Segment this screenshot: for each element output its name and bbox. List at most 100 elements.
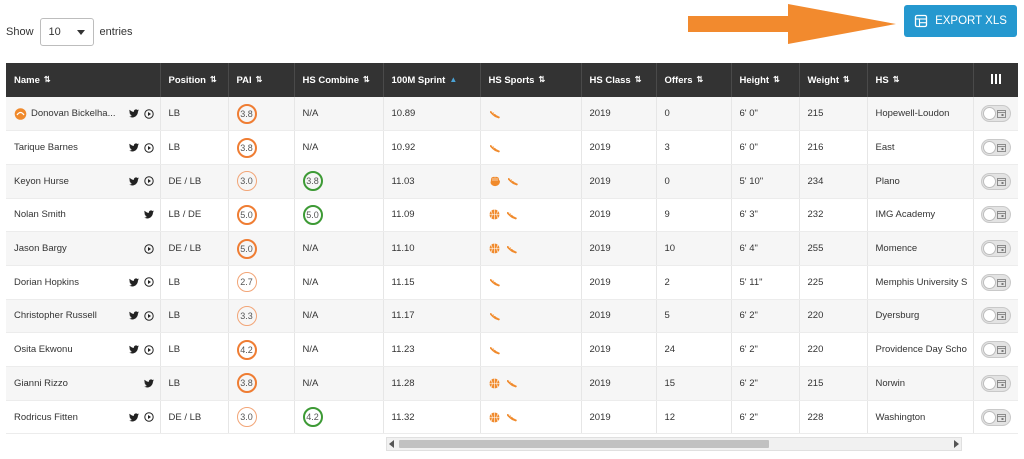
- select-toggle[interactable]: [980, 139, 1011, 157]
- combine-value: N/A: [302, 108, 319, 120]
- select-toggle[interactable]: [980, 341, 1011, 359]
- column-header-100m-sprint[interactable]: 100M Sprint ▲: [383, 63, 481, 97]
- offers-cell: 0: [656, 97, 732, 132]
- twitter-icon[interactable]: [128, 311, 139, 320]
- pai-rating: 3.8: [236, 373, 257, 394]
- offers-cell: 0: [656, 164, 732, 199]
- hs-cell: Plano: [867, 164, 974, 199]
- player-name-link[interactable]: Gianni Rizzo: [14, 378, 68, 389]
- position-cell: DE / LB: [160, 164, 229, 199]
- scrollbar-thumb[interactable]: [399, 440, 769, 448]
- basketball-icon: [489, 209, 499, 220]
- player-name-link[interactable]: Rodricus Fitten: [14, 412, 78, 423]
- export-xls-button[interactable]: EXPORT XLS: [904, 5, 1017, 37]
- position-cell: DE / LB: [160, 400, 229, 435]
- twitter-icon[interactable]: [143, 210, 154, 219]
- player-name-link[interactable]: Nolan Smith: [14, 209, 66, 220]
- scroll-left-icon[interactable]: [389, 440, 394, 448]
- column-label: Offers: [664, 74, 693, 86]
- scroll-right-icon[interactable]: [954, 440, 959, 448]
- sprint-cell: 11.09: [383, 198, 481, 233]
- twitter-icon[interactable]: [128, 143, 139, 152]
- column-header-offers[interactable]: Offers ⇅: [656, 63, 732, 97]
- toggle-knob: [982, 309, 996, 323]
- hs-cell: Momence: [867, 231, 974, 266]
- height-cell: 6' 2": [731, 400, 800, 435]
- class-cell: 2019: [581, 130, 657, 165]
- select-toggle[interactable]: [980, 307, 1011, 325]
- select-toggle[interactable]: [980, 273, 1011, 291]
- select-toggle[interactable]: [980, 105, 1011, 123]
- play-video-icon[interactable]: [143, 176, 154, 186]
- height-cell: 5' 11": [731, 265, 800, 300]
- height-cell: 5' 10": [731, 164, 800, 199]
- track-shoe-icon: [489, 312, 500, 321]
- column-header-pai[interactable]: PAI ⇅: [228, 63, 295, 97]
- offers-cell: 10: [656, 231, 732, 266]
- entries-select[interactable]: 10: [39, 18, 94, 46]
- column-visibility-button[interactable]: [973, 63, 1018, 97]
- twitter-icon[interactable]: [128, 345, 139, 354]
- pai-rating: 2.7: [236, 272, 257, 293]
- players-table: Name ⇅ Position ⇅ PAI ⇅ HS Combine ⇅ 100M Sprint…: [6, 63, 1018, 435]
- spreadsheet-icon: [914, 14, 928, 28]
- basketball-icon: [489, 412, 499, 423]
- column-header-hs-class[interactable]: HS Class ⇅: [581, 63, 657, 97]
- play-video-icon[interactable]: [143, 311, 154, 321]
- weight-cell: 225: [799, 265, 868, 300]
- twitter-icon[interactable]: [128, 278, 139, 287]
- horizontal-scrollbar[interactable]: [386, 437, 962, 451]
- entries-label: entries: [99, 26, 133, 38]
- column-header-position[interactable]: Position ⇅: [160, 63, 229, 97]
- twitter-icon[interactable]: [128, 412, 139, 422]
- player-name-link[interactable]: Dorian Hopkins: [14, 277, 79, 288]
- twitter-icon[interactable]: [128, 177, 139, 186]
- chevron-down-icon: [76, 29, 85, 35]
- twitter-icon[interactable]: [143, 379, 154, 388]
- column-header-hs[interactable]: HS ⇅: [867, 63, 974, 97]
- column-label: HS Class: [589, 74, 631, 86]
- offers-cell: 2: [656, 265, 732, 300]
- calendar-icon: [996, 211, 1006, 220]
- column-header-name[interactable]: Name ⇅: [6, 63, 161, 97]
- player-name-link[interactable]: Osita Ekwonu: [14, 344, 73, 355]
- pai-cell: 5.0: [228, 198, 295, 233]
- play-video-icon[interactable]: [143, 277, 154, 287]
- twitter-icon[interactable]: [128, 109, 139, 118]
- combine-cell: N/A: [294, 366, 384, 401]
- player-name-link[interactable]: Jason Bargy: [14, 243, 67, 254]
- select-toggle[interactable]: [980, 206, 1011, 224]
- select-toggle[interactable]: [980, 374, 1011, 392]
- play-video-icon[interactable]: [143, 108, 154, 119]
- column-header-hs-sports[interactable]: HS Sports ⇅: [480, 63, 582, 97]
- table-row: Donovan Bickelha... LB 3.8 N/A 10.89 2019 0 6' …: [6, 97, 1018, 132]
- player-name-link[interactable]: Christopher Russell: [14, 310, 97, 321]
- table-row: Christopher Russell LB 3.3 N/A 11.17 2019 5 6' …: [6, 299, 1018, 334]
- player-name-link[interactable]: Keyon Hurse: [14, 176, 69, 187]
- select-toggle[interactable]: [980, 172, 1011, 190]
- column-header-hs-combine[interactable]: HS Combine ⇅: [294, 63, 384, 97]
- players-table-wrapper: Name ⇅ Position ⇅ PAI ⇅ HS Combine ⇅ 100M Sprint…: [6, 63, 1018, 437]
- play-video-icon[interactable]: [143, 142, 154, 153]
- player-name-link[interactable]: Donovan Bickelha...: [31, 108, 116, 119]
- combine-cell: N/A: [294, 130, 384, 165]
- sort-icon: ⇅: [773, 75, 780, 85]
- play-video-icon[interactable]: [143, 243, 154, 254]
- column-label: Position: [168, 74, 206, 86]
- sprint-cell: 11.03: [383, 164, 481, 199]
- columns-icon: [990, 73, 1001, 84]
- select-toggle[interactable]: [980, 408, 1011, 426]
- play-video-icon[interactable]: [143, 412, 154, 422]
- weight-cell: 255: [799, 231, 868, 266]
- toggle-knob: [982, 208, 996, 222]
- hs-cell: Memphis University S: [867, 265, 974, 300]
- position-cell: LB: [160, 265, 229, 300]
- player-name-link[interactable]: Tarique Barnes: [14, 142, 78, 153]
- combine-value: N/A: [302, 344, 319, 356]
- height-cell: 6' 0": [731, 130, 800, 165]
- column-header-weight[interactable]: Weight ⇅: [799, 63, 868, 97]
- column-header-height[interactable]: Height ⇅: [731, 63, 800, 97]
- select-toggle[interactable]: [980, 240, 1011, 258]
- toggle-knob: [982, 376, 996, 390]
- play-video-icon[interactable]: [143, 344, 154, 355]
